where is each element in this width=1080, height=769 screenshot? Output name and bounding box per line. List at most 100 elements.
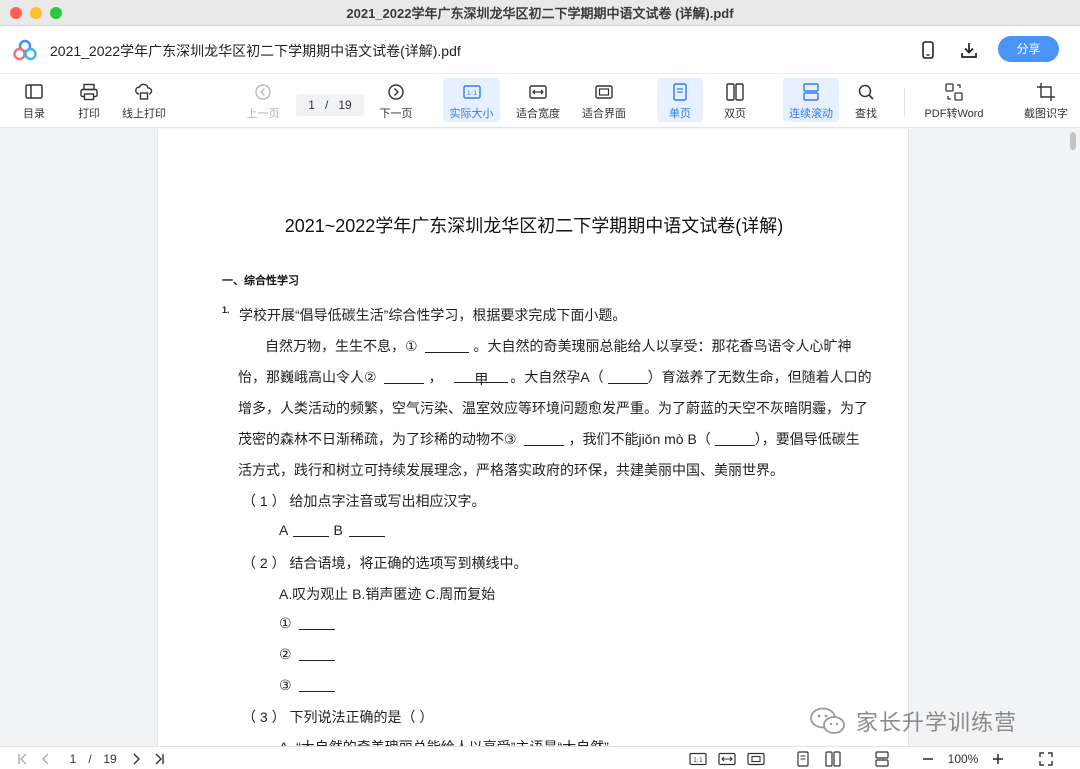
- print-label: 打印: [78, 108, 100, 120]
- download-icon[interactable]: [959, 40, 979, 60]
- status-fit-window-button[interactable]: [746, 750, 766, 768]
- total-pages: 19: [338, 98, 352, 112]
- answer-line-ab: A B: [279, 522, 385, 538]
- double-page-icon: [724, 81, 746, 103]
- zoom-out-button[interactable]: [920, 750, 936, 768]
- single-page-icon: [669, 81, 691, 103]
- prev-page-label: 上一页: [246, 108, 280, 120]
- scroll-thumb[interactable]: [1070, 132, 1076, 150]
- status-continuous-button[interactable]: [872, 750, 892, 768]
- find-button[interactable]: 查找: [846, 78, 886, 122]
- blank-2: [384, 370, 425, 384]
- minimize-window-button[interactable]: [30, 7, 42, 19]
- close-window-button[interactable]: [10, 7, 22, 19]
- blank-jia: 甲: [454, 369, 509, 387]
- page-number-input[interactable]: 1 / 19: [296, 94, 364, 116]
- single-page-icon: [797, 751, 809, 767]
- double-page-button[interactable]: 双页: [715, 78, 755, 122]
- online-print-label: 线上打印: [122, 108, 166, 120]
- single-page-button[interactable]: 单页: [657, 78, 703, 122]
- screenshot-ocr-button[interactable]: 截图识字: [1019, 78, 1073, 122]
- next-page-status-button[interactable]: [128, 750, 144, 768]
- toc-button[interactable]: 目录: [14, 78, 54, 122]
- status-single-page-button[interactable]: [794, 750, 812, 768]
- actual-size-label: 实际大小: [449, 108, 494, 120]
- pdf-page: 2021~2022学年广东深圳龙华区初二下学期期中语文试卷(详解) 一、综合性学…: [157, 129, 909, 746]
- actual-size-button[interactable]: 1:1 实际大小: [443, 78, 500, 122]
- toc-label: 目录: [23, 108, 45, 120]
- status-fit-width-button[interactable]: [717, 750, 737, 768]
- status-bar: 1 / 19 1:1 100%: [0, 746, 1080, 769]
- fit-width-button[interactable]: 适合宽度: [511, 78, 565, 122]
- document-viewport[interactable]: 2021~2022学年广东深圳龙华区初二下学期期中语文试卷(详解) 一、综合性学…: [0, 129, 1080, 746]
- watermark: 家长升学训练营: [808, 705, 1017, 737]
- actual-size-icon: 1:1: [461, 81, 483, 103]
- fit-window-icon: [747, 752, 765, 766]
- zoom-in-button[interactable]: [990, 750, 1006, 768]
- current-page: 1: [308, 98, 315, 112]
- single-page-label: 单页: [669, 108, 691, 120]
- svg-text:1:1: 1:1: [693, 757, 703, 764]
- vertical-scrollbar[interactable]: [1066, 129, 1080, 746]
- share-button[interactable]: 分享: [998, 36, 1059, 62]
- last-page-button[interactable]: [150, 750, 168, 768]
- chevron-left-circle-icon: [252, 81, 274, 103]
- question-intro: 学校开展“倡导低碳生活”综合性学习，根据要求完成下面小题。: [239, 307, 627, 323]
- continuous-scroll-button[interactable]: 连续滚动: [783, 78, 839, 122]
- zoom-level[interactable]: 100%: [944, 750, 982, 768]
- prev-page-status-button[interactable]: [38, 750, 54, 768]
- search-icon: [855, 81, 877, 103]
- fit-window-button[interactable]: 适合界面: [578, 78, 630, 122]
- choice-line-3: ③: [279, 677, 336, 694]
- passage-text: 自然万物，生生不息，①: [265, 338, 418, 354]
- toolbar-divider: [904, 88, 905, 116]
- passage-line-5: 活方式，践行和树立可持续发展理念，严格落实政府的环保，共建美丽中国、美丽世界。: [238, 462, 784, 478]
- blank-a: [607, 370, 648, 384]
- blank-answer-a: [293, 523, 330, 537]
- continuous-scroll-label: 连续滚动: [789, 108, 833, 120]
- choice-marker: ①: [279, 615, 292, 631]
- passage-text: ），要倡导低碳生: [754, 431, 860, 447]
- fit-width-icon: [718, 752, 736, 766]
- first-page-button[interactable]: [14, 750, 32, 768]
- prev-page-button[interactable]: 上一页: [243, 78, 283, 122]
- passage-text: ，: [428, 369, 443, 385]
- screenshot-ocr-label: 截图识字: [1024, 108, 1068, 120]
- first-page-icon: [18, 753, 27, 765]
- pdf-to-word-button[interactable]: PDF转Word: [920, 78, 988, 122]
- watermark-text: 家长升学训练营: [856, 710, 1018, 735]
- window-controls: [10, 7, 62, 19]
- minus-icon: [923, 758, 933, 760]
- cloud-print-icon: [133, 81, 155, 103]
- question-number: 1.: [222, 305, 230, 315]
- passage-line-1: 自然万物，生生不息，① 。大自然的奇美瑰丽总能给人以享受：那花香鸟语令人心旷神: [265, 336, 851, 356]
- status-double-page-button[interactable]: [823, 750, 843, 768]
- print-button[interactable]: 打印: [69, 78, 109, 122]
- passage-line-3: 增多，人类活动的频繁，空气污染、温室效应等环境问题愈发严重。为了蔚蓝的天空不灰暗…: [238, 400, 868, 416]
- toolbar: 目录 打印 线上打印 上一页 1 / 19 下一页 1:1 实际大小 适合宽度 …: [0, 74, 1080, 128]
- status-current-page[interactable]: 1: [66, 750, 80, 768]
- logo-icon: [13, 39, 37, 61]
- double-page-label: 双页: [724, 108, 746, 120]
- sub-question-3: （ 3 ） 下列说法正确的是（ ）: [242, 709, 434, 725]
- fullscreen-button[interactable]: [1037, 750, 1055, 768]
- answer-a-label: A: [279, 522, 288, 538]
- pdf-to-word-label: PDF转Word: [924, 108, 984, 120]
- app-header: 2021_2022学年广东深圳龙华区初二下学期期中语文试卷(详解).pdf 分享: [0, 26, 1080, 74]
- status-actual-size-button[interactable]: 1:1: [688, 750, 708, 768]
- zoom-window-button[interactable]: [50, 7, 62, 19]
- choice-line-1: ①: [279, 615, 336, 632]
- sub-question-1: （ 1 ） 给加点字注音或写出相应汉字。: [242, 493, 486, 509]
- plus-icon: [993, 754, 1003, 764]
- window-title: 2021_2022学年广东深圳龙华区初二下学期期中语文试卷 (详解).pdf: [346, 6, 734, 21]
- choice-marker: ②: [279, 646, 292, 662]
- options-line: A.叹为观止 B.销声匿迹 C.周而复始: [279, 586, 496, 602]
- online-print-button[interactable]: 线上打印: [117, 78, 171, 122]
- sidebar-icon: [23, 81, 45, 103]
- phone-icon[interactable]: [918, 40, 938, 60]
- continuous-scroll-icon: [800, 81, 822, 103]
- status-total-pages: 19: [103, 752, 117, 766]
- chevron-left-icon: [42, 753, 49, 765]
- fit-window-icon: [593, 81, 615, 103]
- next-page-button[interactable]: 下一页: [376, 78, 416, 122]
